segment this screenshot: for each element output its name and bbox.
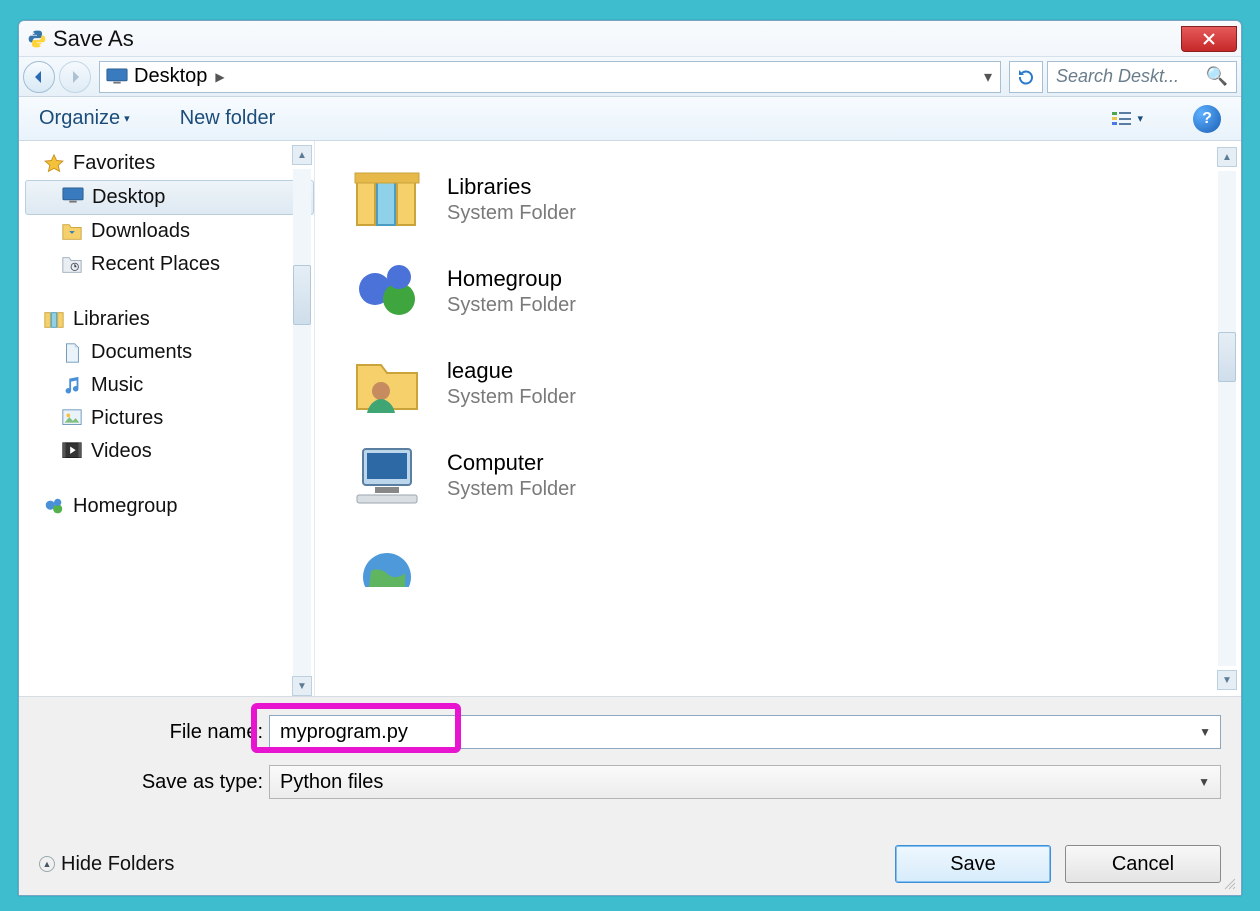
computer-icon: [347, 439, 427, 511]
save-button[interactable]: Save: [895, 845, 1051, 883]
scroll-thumb[interactable]: [1218, 332, 1236, 382]
sidebar-homegroup[interactable]: Homegroup: [25, 490, 314, 523]
bottom-panel: File name: ▼ Save as type: Python files …: [19, 696, 1241, 895]
save-as-dialog: Save As Desktop ▶ ▾ Search Deskt... 🔍: [18, 20, 1242, 896]
file-item-user[interactable]: league System Folder: [323, 337, 1233, 429]
scroll-down-icon[interactable]: ▼: [1217, 670, 1237, 690]
location-text: Desktop: [134, 65, 207, 88]
filename-input[interactable]: [269, 715, 1221, 749]
file-item-homegroup[interactable]: Homegroup System Folder: [323, 245, 1233, 337]
view-options-button[interactable]: ▾: [1111, 110, 1143, 128]
music-icon: [61, 375, 83, 397]
sidebar-libraries[interactable]: Libraries: [25, 303, 314, 336]
sidebar: Favorites Desktop Downloads Recent Place…: [19, 141, 315, 696]
window-title: Save As: [53, 26, 134, 52]
sidebar-item-recent[interactable]: Recent Places: [25, 248, 314, 281]
savetype-label: Save as type:: [39, 771, 269, 794]
search-placeholder: Search Deskt...: [1056, 66, 1179, 87]
refresh-button[interactable]: [1009, 61, 1043, 93]
chevron-down-icon: ▼: [1198, 775, 1210, 789]
forward-button[interactable]: [59, 61, 91, 93]
videos-icon: [61, 441, 83, 463]
scroll-up-icon[interactable]: ▲: [1217, 147, 1237, 167]
star-icon: [43, 153, 65, 175]
address-dropdown[interactable]: ▾: [976, 67, 1000, 87]
sidebar-item-desktop[interactable]: Desktop: [25, 180, 314, 215]
user-folder-icon: [347, 347, 427, 419]
sidebar-scrollbar[interactable]: ▲ ▼: [292, 145, 312, 696]
resize-grip[interactable]: [1223, 877, 1237, 891]
address-bar[interactable]: Desktop ▶ ▾: [99, 61, 1001, 93]
help-button[interactable]: ?: [1193, 105, 1221, 133]
app-icon: [27, 29, 47, 49]
main-scrollbar[interactable]: ▲ ▼: [1217, 147, 1237, 690]
chevron-right-icon: ▶: [215, 70, 224, 84]
toolbar: Organize▾ New folder ▾ ?: [19, 97, 1241, 141]
filename-label: File name:: [39, 721, 269, 744]
nav-bar: Desktop ▶ ▾ Search Deskt... 🔍: [19, 57, 1241, 97]
recent-places-icon: [61, 254, 83, 276]
scroll-up-icon[interactable]: ▲: [292, 145, 312, 165]
homegroup-icon: [347, 255, 427, 327]
file-item-partial[interactable]: [323, 521, 1233, 613]
title-bar[interactable]: Save As: [19, 21, 1241, 57]
desktop-icon: [106, 68, 128, 86]
sidebar-item-documents[interactable]: Documents: [25, 336, 314, 369]
file-item-computer[interactable]: Computer System Folder: [323, 429, 1233, 521]
homegroup-icon: [43, 496, 65, 518]
organize-button[interactable]: Organize▾: [39, 107, 130, 130]
sidebar-item-videos[interactable]: Videos: [25, 435, 314, 468]
pictures-icon: [61, 408, 83, 430]
chevron-up-icon: ▲: [39, 856, 55, 872]
back-button[interactable]: [23, 61, 55, 93]
sidebar-item-downloads[interactable]: Downloads: [25, 215, 314, 248]
sidebar-favorites[interactable]: Favorites: [25, 147, 314, 180]
scroll-down-icon[interactable]: ▼: [292, 676, 312, 696]
libraries-icon: [347, 163, 427, 235]
new-folder-button[interactable]: New folder: [180, 107, 276, 130]
file-list[interactable]: Libraries System Folder Homegroup System…: [315, 141, 1241, 696]
desktop-icon: [62, 187, 84, 209]
file-item-libraries[interactable]: Libraries System Folder: [323, 153, 1233, 245]
search-icon: 🔍: [1206, 66, 1228, 87]
cancel-button[interactable]: Cancel: [1065, 845, 1221, 883]
savetype-select[interactable]: Python files ▼: [269, 765, 1221, 799]
sidebar-item-pictures[interactable]: Pictures: [25, 402, 314, 435]
globe-icon: [347, 531, 427, 603]
search-input[interactable]: Search Deskt... 🔍: [1047, 61, 1237, 93]
download-folder-icon: [61, 221, 83, 243]
scroll-thumb[interactable]: [293, 265, 311, 325]
hide-folders-button[interactable]: ▲ Hide Folders: [39, 853, 174, 876]
documents-icon: [61, 342, 83, 364]
libraries-icon: [43, 309, 65, 331]
close-button[interactable]: [1181, 26, 1237, 52]
sidebar-item-music[interactable]: Music: [25, 369, 314, 402]
